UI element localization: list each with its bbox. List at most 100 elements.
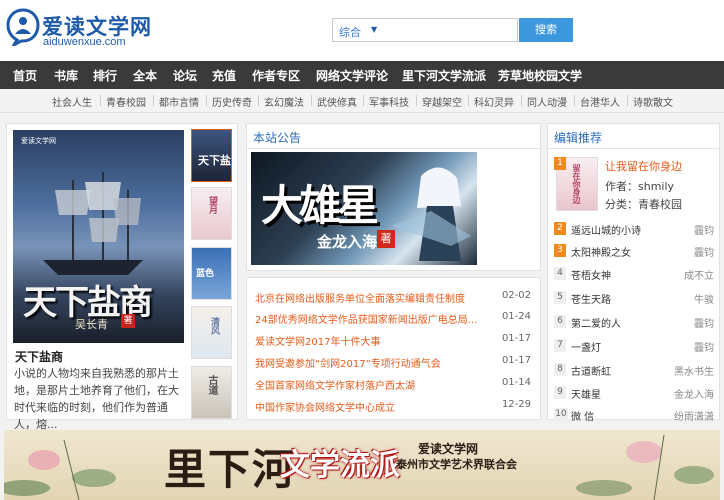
nav-item[interactable]: 充值: [212, 67, 236, 84]
divider: [416, 95, 417, 106]
nav-item[interactable]: 首页: [13, 67, 37, 84]
category-item[interactable]: 台港华人: [580, 94, 620, 109]
rank-number: 2: [554, 222, 566, 235]
rank-title[interactable]: 太阳神殿之女: [571, 244, 631, 259]
nav-item[interactable]: 论坛: [173, 67, 197, 84]
category-item[interactable]: 同人动漫: [527, 94, 567, 109]
panel-title: 编辑推荐: [554, 131, 603, 145]
category-item[interactable]: 诗歌散文: [633, 94, 673, 109]
rank-title[interactable]: 天雄星: [571, 386, 601, 401]
news-date: 01-17: [501, 355, 531, 366]
banner-site: 爱读文学网: [418, 442, 479, 456]
banner-author: 金龙入海: [317, 233, 378, 251]
category-item[interactable]: 青春校园: [106, 94, 146, 109]
book-thumbnail[interactable]: 天下盐: [191, 129, 232, 182]
rank-author: 霾钧: [694, 226, 714, 237]
news-title[interactable]: 我网受邀参加“剑网2017”专项行动通气会: [255, 355, 441, 370]
nav-item[interactable]: 芳草地校园文学: [498, 67, 582, 84]
banner-seal: 著: [377, 230, 395, 248]
book-thumbnail[interactable]: 古道: [191, 366, 232, 419]
rank-number: 8: [554, 363, 566, 376]
list-item[interactable]: 7 一盏灯 霾钧: [554, 337, 714, 357]
logo-icon[interactable]: [6, 8, 40, 46]
list-item[interactable]: 8 古道断虹 黑水书生: [554, 361, 714, 381]
divider: [258, 95, 259, 106]
divider: [548, 148, 719, 149]
book-thumbnail[interactable]: 清风: [191, 306, 232, 359]
list-item[interactable]: 5 苍生天路 牛骏: [554, 289, 714, 309]
category-nav: 社会人生 青春校园 都市言情 历史传奇 玄幻魔法 武侠修真 军事科技 穿越架空 …: [0, 89, 724, 113]
rank-title[interactable]: 古道断虹: [571, 363, 611, 378]
list-item[interactable]: 9 天雄星 金龙入海: [554, 384, 714, 404]
nav-item[interactable]: 里下河文学流派: [402, 67, 486, 84]
divider: [468, 95, 469, 106]
news-title[interactable]: 全国首家网络文学作家村落户西太湖: [255, 377, 415, 392]
nav-item[interactable]: 网络文学评论: [316, 67, 388, 84]
category-item[interactable]: 科幻灵异: [474, 94, 514, 109]
featured-book-title[interactable]: 天下盐商: [15, 348, 63, 365]
book-thumbnail[interactable]: 蓝色: [191, 247, 232, 300]
news-title[interactable]: 24部优秀网络文学作品获国家新闻出版广电总局...: [255, 311, 477, 326]
news-date: 01-24: [501, 311, 531, 322]
nav-item[interactable]: 作者专区: [252, 67, 300, 84]
news-date: 01-14: [501, 377, 531, 388]
rank-title[interactable]: 苍生天路: [571, 291, 611, 306]
list-item[interactable]: 2 遥远山城的小诗 霾钧: [554, 220, 714, 240]
rank-number: 6: [554, 315, 566, 328]
search-category-select[interactable]: 综合: [339, 24, 361, 40]
character-illustration: [391, 167, 471, 261]
rank-title[interactable]: 微 信: [571, 408, 594, 423]
news-date: 02-02: [501, 290, 531, 301]
rank-title[interactable]: 一盏灯: [571, 339, 601, 354]
top-pick-title[interactable]: 让我留在你身边: [605, 158, 682, 174]
list-item[interactable]: 3 太阳神殿之女 霾钧: [554, 242, 714, 262]
book-thumbnail[interactable]: 望月: [191, 187, 232, 240]
search-button[interactable]: 搜索: [519, 18, 573, 42]
category-item[interactable]: 穿越架空: [422, 94, 462, 109]
news-title[interactable]: 爱读文学网2017年十件大事: [255, 333, 380, 348]
rank-author: 纷雨潇潇: [674, 412, 714, 423]
news-title[interactable]: 北京在网络出版服务单位全面落实编辑责任制度: [255, 290, 465, 305]
rank-title[interactable]: 遥远山城的小诗: [571, 222, 641, 237]
promo-banner[interactable]: 大雄星 金龙入海 著: [251, 152, 477, 265]
rank-title[interactable]: 苍梧女神: [571, 267, 611, 282]
banner-title: 大雄星: [261, 181, 379, 230]
panel-title: 本站公告: [253, 131, 302, 145]
cover-author: 吴长青: [75, 318, 108, 331]
featured-book-cover[interactable]: 爱读文学网 天下盐商 吴长青 著: [13, 130, 184, 343]
rank-author: 霾钧: [694, 248, 714, 259]
news-list-panel: 北京在网络出版服务单位全面落实编辑责任制度 02-02 24部优秀网络文学作品获…: [246, 277, 541, 420]
top-pick-category: 分类：青春校园: [605, 198, 682, 211]
nav-item[interactable]: 排行: [93, 67, 117, 84]
divider: [574, 95, 575, 106]
list-item[interactable]: 6 第二爱的人 霾钧: [554, 313, 714, 333]
news-date: 01-17: [501, 333, 531, 344]
rank-author: 霾钧: [694, 343, 714, 354]
rank-number: 1: [554, 157, 566, 170]
category-item[interactable]: 历史传奇: [212, 94, 252, 109]
rank-number: 4: [554, 267, 566, 280]
rank-number: 7: [554, 339, 566, 352]
category-item[interactable]: 军事科技: [369, 94, 409, 109]
rank-author: 金龙入海: [674, 390, 714, 401]
divider: [521, 95, 522, 106]
rank-number: 10: [554, 408, 568, 421]
rank-title[interactable]: 第二爱的人: [571, 315, 621, 330]
list-item[interactable]: 10 微 信 纷雨潇潇: [554, 406, 714, 426]
rank-author: 成不立: [684, 271, 714, 282]
literary-school-banner[interactable]: 里下河 文学流派 爱读文学网 泰州市文学艺术界联合会: [4, 430, 720, 500]
category-item[interactable]: 玄幻魔法: [264, 94, 304, 109]
category-item[interactable]: 社会人生: [52, 94, 92, 109]
category-item[interactable]: 都市言情: [159, 94, 199, 109]
banner-title: 里下河: [164, 445, 297, 494]
category-item[interactable]: 武侠修真: [317, 94, 357, 109]
nav-item[interactable]: 全本: [133, 67, 157, 84]
banner-subtitle: 文学流派: [280, 448, 400, 483]
news-title[interactable]: 中国作家协会网络文学中心成立: [255, 399, 395, 414]
rank-number: 9: [554, 386, 566, 399]
rank-number: 3: [554, 244, 566, 257]
list-item[interactable]: 4 苍梧女神 成不立: [554, 265, 714, 285]
nav-item[interactable]: 书库: [54, 67, 78, 84]
divider: [153, 95, 154, 106]
search-input[interactable]: 综合 ▼: [332, 18, 518, 42]
